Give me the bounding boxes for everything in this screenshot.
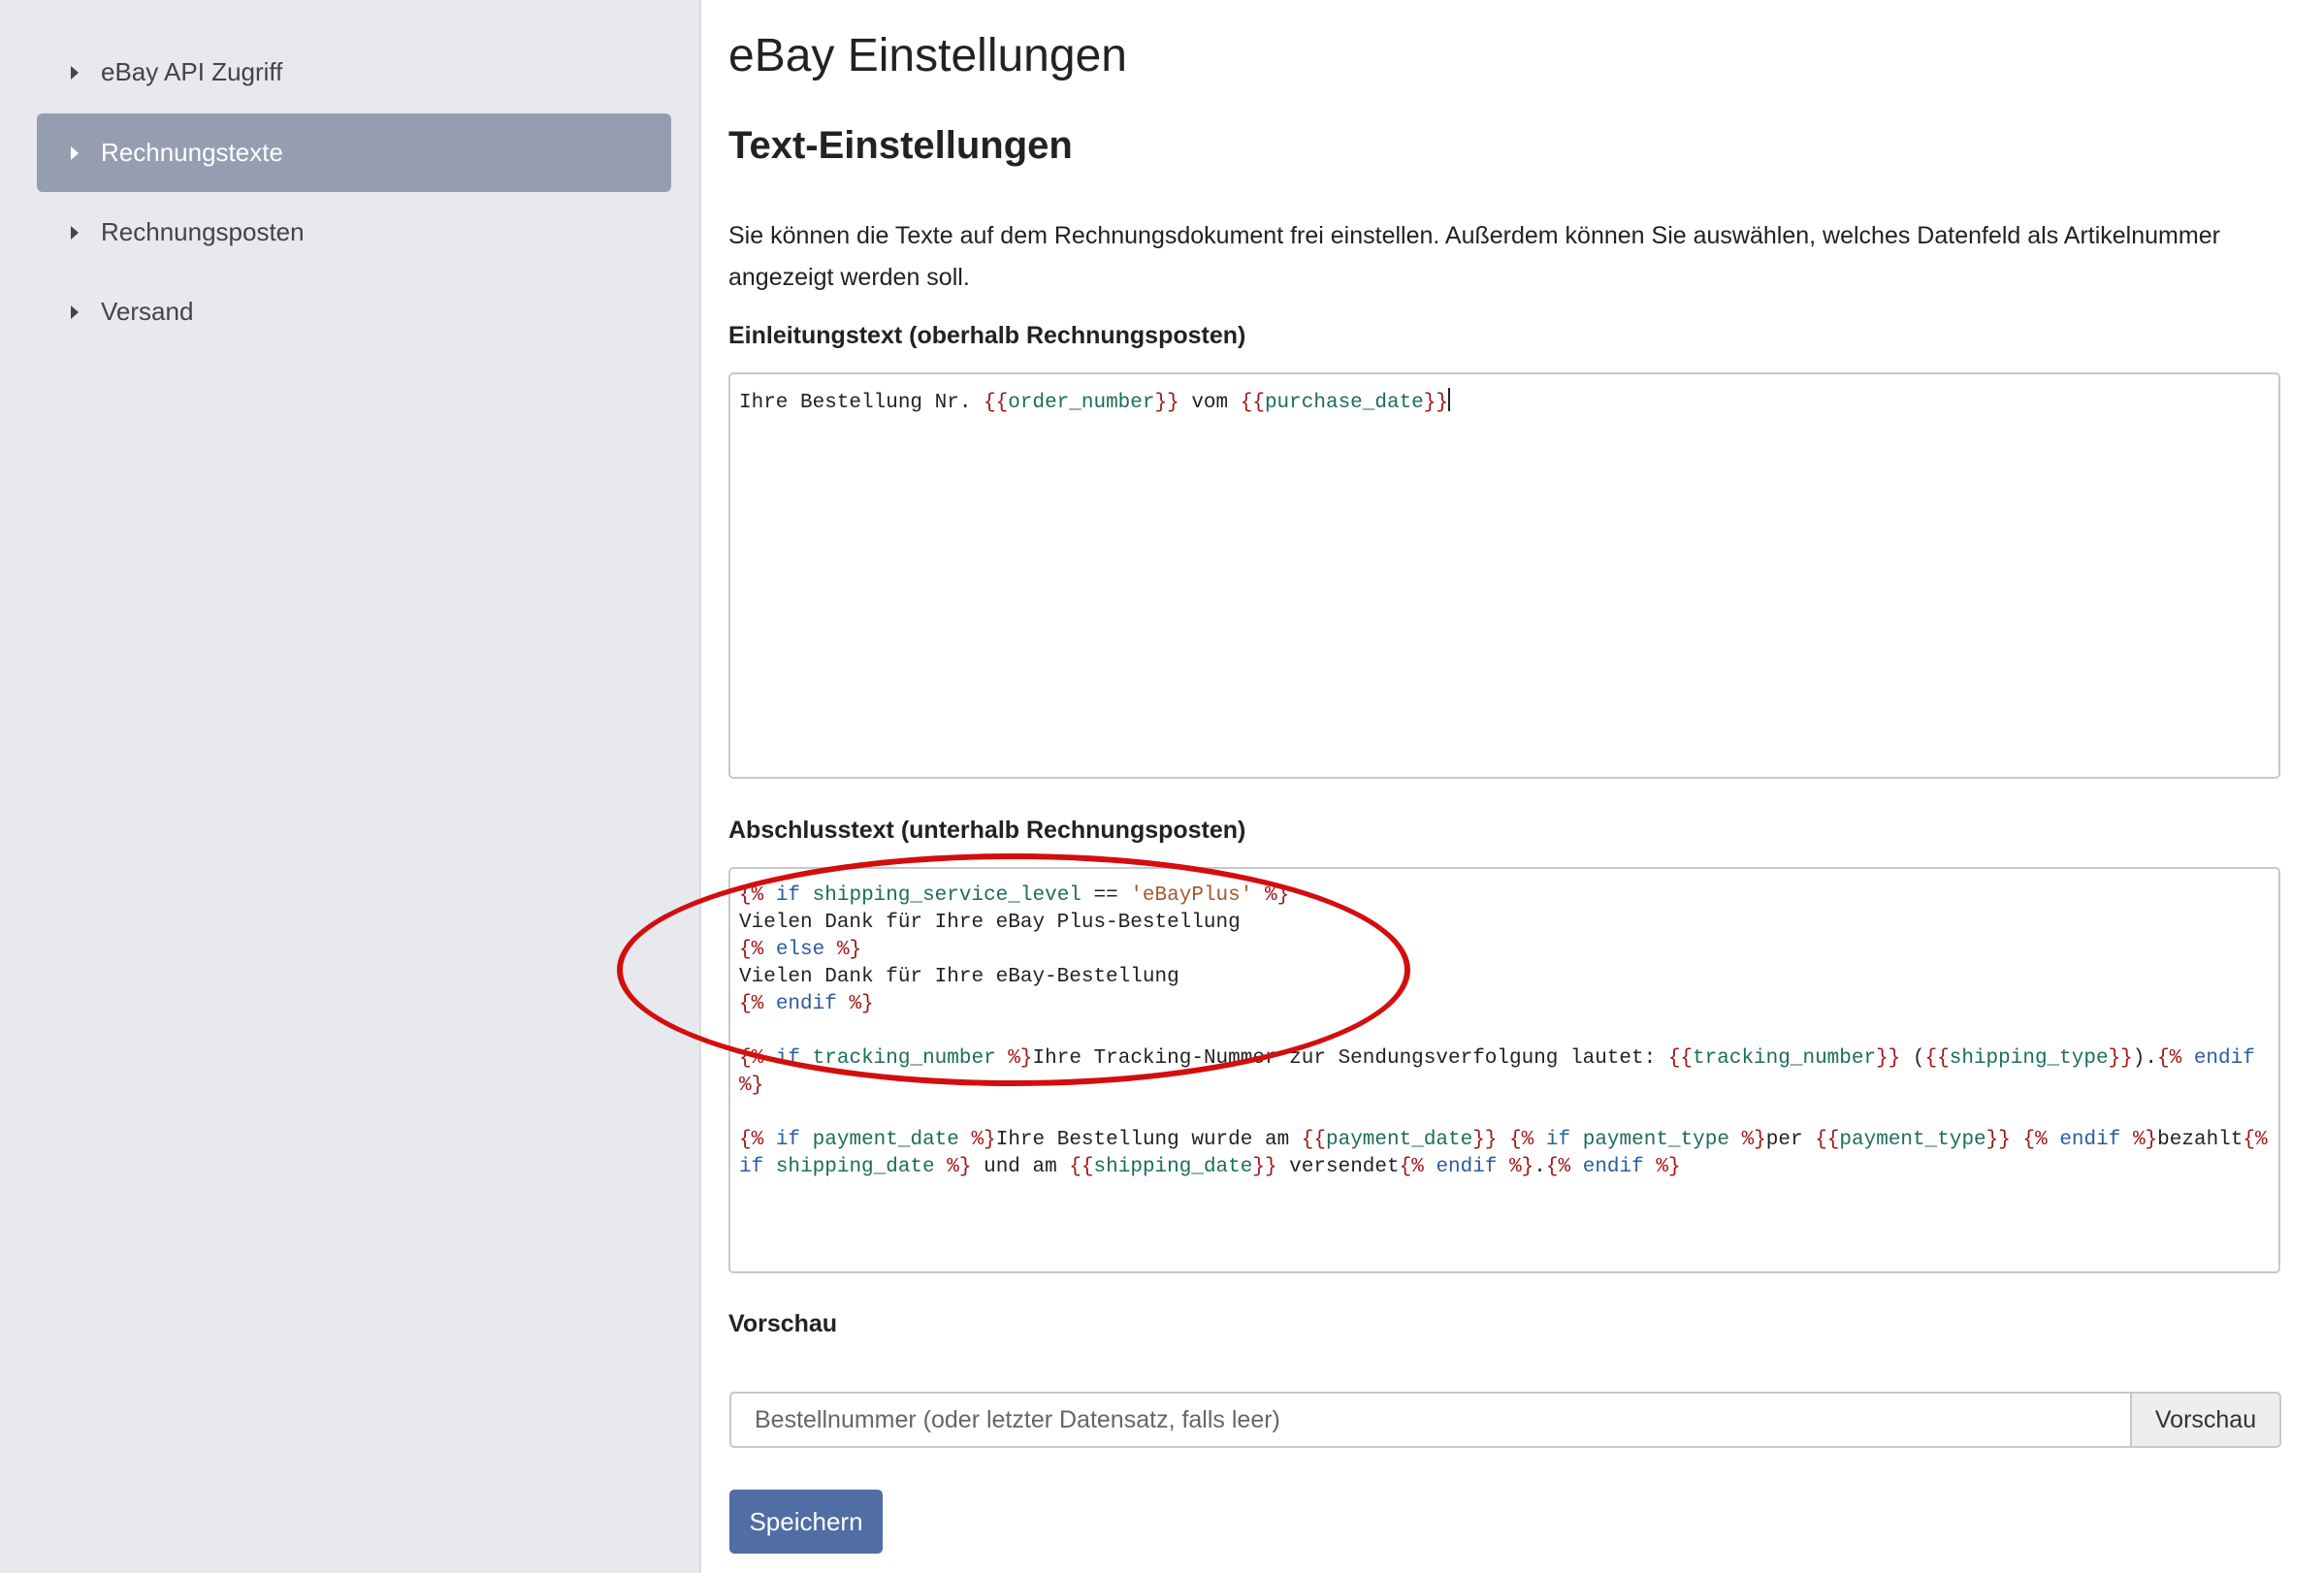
sidebar-item-rechnungsposten[interactable]: Rechnungsposten: [37, 193, 671, 272]
text-cursor: [1448, 388, 1450, 411]
intro-text-editor[interactable]: Ihre Bestellung Nr. {{order_number}} vom…: [728, 372, 2280, 779]
closing-text-editor[interactable]: {% if shipping_service_level == 'eBayPlu…: [728, 867, 2280, 1273]
caret-right-icon: [71, 225, 79, 240]
sidebar-item-label: Rechnungstexte: [101, 138, 283, 167]
page-title: eBay Einstellungen: [728, 30, 1127, 81]
sidebar-item-rechnungstexte[interactable]: Rechnungstexte: [37, 113, 671, 192]
sidebar: eBay API Zugriff Rechnungstexte Rechnung…: [0, 0, 701, 1573]
caret-right-icon: [71, 145, 79, 160]
closing-text-label: Abschlusstext (unterhalb Rechnungsposten…: [728, 817, 1246, 844]
section-title: Text-Einstellungen: [728, 124, 1073, 167]
editor-line: {% if shipping_service_level == 'eBayPlu…: [739, 884, 1290, 907]
editor-line: {% endif %}: [739, 993, 874, 1015]
editor-line: Vielen Dank für Ihre eBay Plus-Bestellun…: [739, 912, 1241, 934]
editor-line: {% if tracking_number %}Ihre Tracking-Nu…: [739, 1047, 2255, 1097]
sidebar-item-label: Versand: [101, 297, 194, 326]
caret-right-icon: [71, 65, 79, 80]
preview-button[interactable]: Vorschau: [2130, 1392, 2281, 1448]
caret-right-icon: [71, 305, 79, 319]
editor-line: {% else %}: [739, 939, 862, 961]
save-button[interactable]: Speichern: [729, 1490, 883, 1554]
order-number-input[interactable]: [729, 1392, 2130, 1448]
editor-line: Ihre Bestellung Nr. {{order_number}} vom…: [739, 388, 2270, 417]
editor-line: {% if payment_date %}Ihre Bestellung wur…: [739, 1129, 2268, 1178]
preview-label: Vorschau: [728, 1310, 838, 1337]
intro-text-content: Ihre Bestellung Nr. {{order_number}} vom…: [739, 392, 1448, 414]
sidebar-item-ebay-api-zugriff[interactable]: eBay API Zugriff: [37, 33, 671, 112]
sidebar-item-versand[interactable]: Versand: [37, 273, 671, 351]
intro-text-label: Einleitungstext (oberhalb Rechnungsposte…: [728, 322, 1246, 349]
sidebar-item-label: eBay API Zugriff: [101, 57, 283, 86]
editor-line: Vielen Dank für Ihre eBay-Bestellung: [739, 966, 1179, 988]
sidebar-item-label: Rechnungsposten: [101, 217, 305, 246]
intro-paragraph: Sie können die Texte auf dem Rechnungsdo…: [728, 222, 2220, 291]
